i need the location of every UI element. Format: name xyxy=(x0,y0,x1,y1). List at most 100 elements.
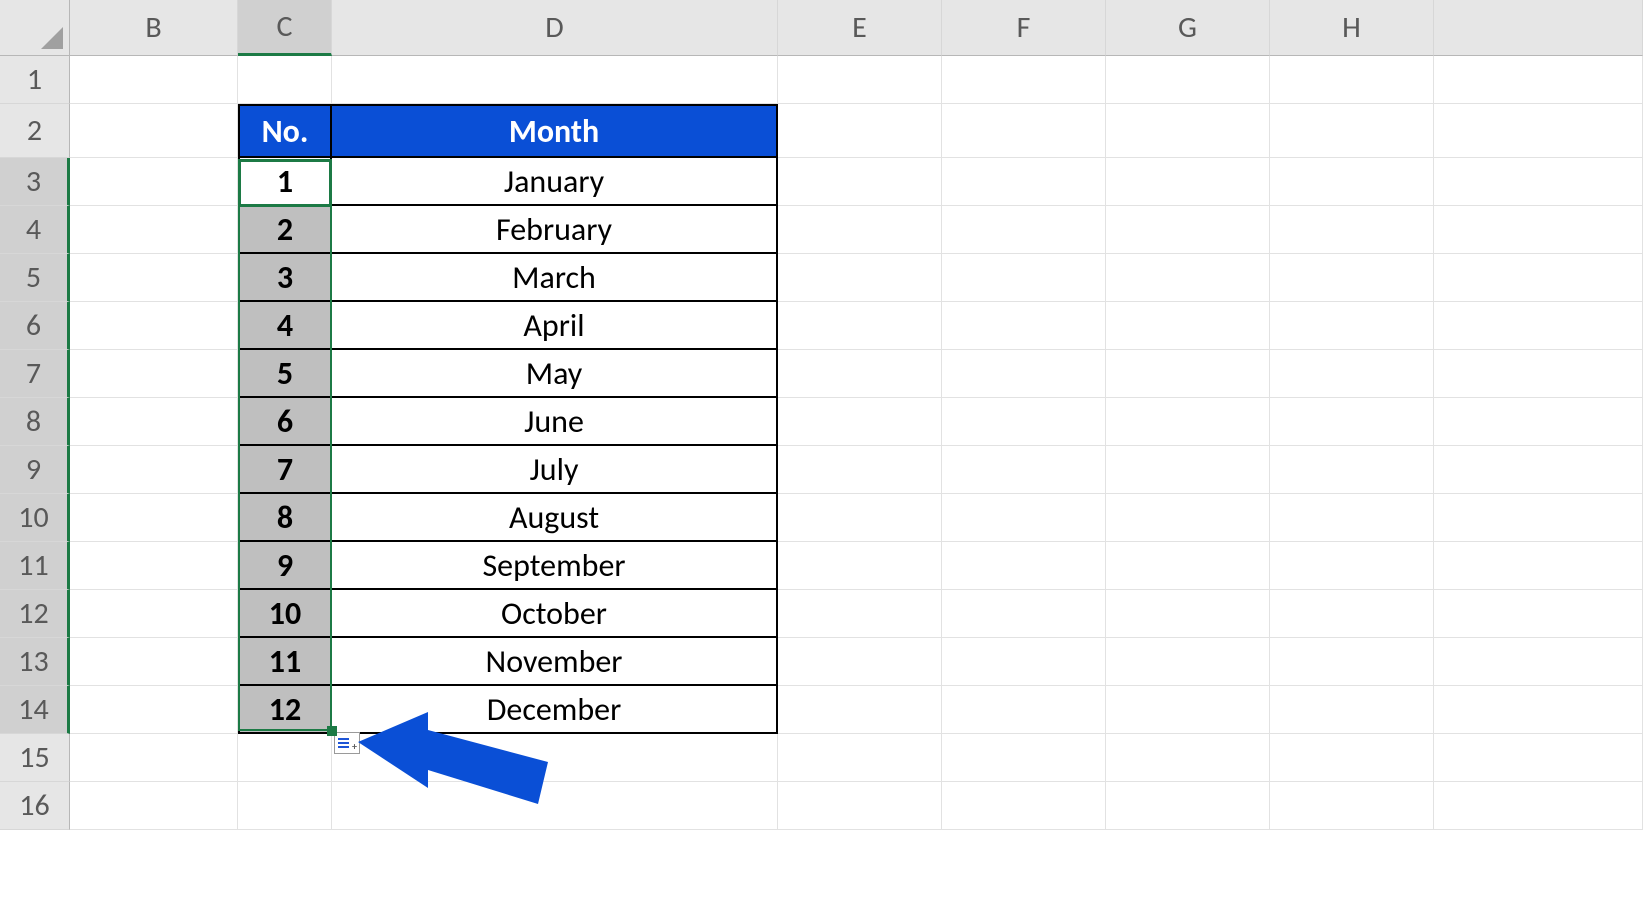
cell-C13[interactable]: 11 xyxy=(238,638,332,686)
cell-F15[interactable] xyxy=(942,734,1106,782)
cell-D8[interactable]: June xyxy=(332,398,778,446)
cell-tail-12[interactable] xyxy=(1434,590,1643,638)
cell-E13[interactable] xyxy=(778,638,942,686)
cell-G6[interactable] xyxy=(1106,302,1270,350)
column-header-E[interactable]: E xyxy=(778,0,942,56)
cell-D4[interactable]: February xyxy=(332,206,778,254)
cell-F10[interactable] xyxy=(942,494,1106,542)
cell-C6[interactable]: 4 xyxy=(238,302,332,350)
cell-D12[interactable]: October xyxy=(332,590,778,638)
fill-handle[interactable] xyxy=(327,726,337,736)
cell-G9[interactable] xyxy=(1106,446,1270,494)
cell-tail-2[interactable] xyxy=(1434,104,1643,158)
cell-C5[interactable]: 3 xyxy=(238,254,332,302)
cell-H14[interactable] xyxy=(1270,686,1434,734)
cell-E6[interactable] xyxy=(778,302,942,350)
row-header-12[interactable]: 12 xyxy=(0,590,70,638)
cell-F16[interactable] xyxy=(942,782,1106,830)
cell-D1[interactable] xyxy=(332,56,778,104)
cell-F5[interactable] xyxy=(942,254,1106,302)
cell-E3[interactable] xyxy=(778,158,942,206)
cell-B10[interactable] xyxy=(70,494,238,542)
cell-tail-8[interactable] xyxy=(1434,398,1643,446)
cell-C3[interactable]: 1 xyxy=(238,158,332,206)
cell-C1[interactable] xyxy=(238,56,332,104)
row-header-10[interactable]: 10 xyxy=(0,494,70,542)
cell-B14[interactable] xyxy=(70,686,238,734)
row-header-6[interactable]: 6 xyxy=(0,302,70,350)
cell-H8[interactable] xyxy=(1270,398,1434,446)
cell-E11[interactable] xyxy=(778,542,942,590)
cell-B3[interactable] xyxy=(70,158,238,206)
cell-E9[interactable] xyxy=(778,446,942,494)
cell-E5[interactable] xyxy=(778,254,942,302)
cell-B1[interactable] xyxy=(70,56,238,104)
cell-tail-10[interactable] xyxy=(1434,494,1643,542)
cell-tail-6[interactable] xyxy=(1434,302,1643,350)
cell-G2[interactable] xyxy=(1106,104,1270,158)
cell-H15[interactable] xyxy=(1270,734,1434,782)
cell-G4[interactable] xyxy=(1106,206,1270,254)
cell-G11[interactable] xyxy=(1106,542,1270,590)
cell-B2[interactable] xyxy=(70,104,238,158)
cell-G5[interactable] xyxy=(1106,254,1270,302)
cell-H4[interactable] xyxy=(1270,206,1434,254)
cell-D11[interactable]: September xyxy=(332,542,778,590)
cell-H1[interactable] xyxy=(1270,56,1434,104)
cell-H12[interactable] xyxy=(1270,590,1434,638)
row-header-16[interactable]: 16 xyxy=(0,782,70,830)
cell-F2[interactable] xyxy=(942,104,1106,158)
cell-B16[interactable] xyxy=(70,782,238,830)
cell-H10[interactable] xyxy=(1270,494,1434,542)
cell-C9[interactable]: 7 xyxy=(238,446,332,494)
cell-B12[interactable] xyxy=(70,590,238,638)
cell-H9[interactable] xyxy=(1270,446,1434,494)
cell-C11[interactable]: 9 xyxy=(238,542,332,590)
cell-D9[interactable]: July xyxy=(332,446,778,494)
cell-C7[interactable]: 5 xyxy=(238,350,332,398)
cell-C16[interactable] xyxy=(238,782,332,830)
cell-E15[interactable] xyxy=(778,734,942,782)
cell-F13[interactable] xyxy=(942,638,1106,686)
cell-C12[interactable]: 10 xyxy=(238,590,332,638)
cell-tail-15[interactable] xyxy=(1434,734,1643,782)
cell-F3[interactable] xyxy=(942,158,1106,206)
cell-H3[interactable] xyxy=(1270,158,1434,206)
cell-F11[interactable] xyxy=(942,542,1106,590)
cell-E4[interactable] xyxy=(778,206,942,254)
cell-G10[interactable] xyxy=(1106,494,1270,542)
cell-H5[interactable] xyxy=(1270,254,1434,302)
cell-E16[interactable] xyxy=(778,782,942,830)
cell-tail-13[interactable] xyxy=(1434,638,1643,686)
cell-tail-16[interactable] xyxy=(1434,782,1643,830)
row-header-7[interactable]: 7 xyxy=(0,350,70,398)
column-header-F[interactable]: F xyxy=(942,0,1106,56)
column-header-tail[interactable] xyxy=(1434,0,1643,56)
cell-G14[interactable] xyxy=(1106,686,1270,734)
cell-tail-4[interactable] xyxy=(1434,206,1643,254)
row-header-9[interactable]: 9 xyxy=(0,446,70,494)
row-header-5[interactable]: 5 xyxy=(0,254,70,302)
cell-E12[interactable] xyxy=(778,590,942,638)
cell-D3[interactable]: January xyxy=(332,158,778,206)
cell-F6[interactable] xyxy=(942,302,1106,350)
cell-H11[interactable] xyxy=(1270,542,1434,590)
cell-E7[interactable] xyxy=(778,350,942,398)
cell-G1[interactable] xyxy=(1106,56,1270,104)
cell-H16[interactable] xyxy=(1270,782,1434,830)
cell-B7[interactable] xyxy=(70,350,238,398)
table-header-no[interactable]: No. xyxy=(238,104,332,158)
cell-G13[interactable] xyxy=(1106,638,1270,686)
cell-B11[interactable] xyxy=(70,542,238,590)
select-all-corner[interactable] xyxy=(0,0,70,56)
column-header-D[interactable]: D xyxy=(332,0,778,56)
row-header-11[interactable]: 11 xyxy=(0,542,70,590)
cell-B5[interactable] xyxy=(70,254,238,302)
cell-C14[interactable]: 12 xyxy=(238,686,332,734)
row-header-13[interactable]: 13 xyxy=(0,638,70,686)
cell-C15[interactable] xyxy=(238,734,332,782)
column-header-B[interactable]: B xyxy=(70,0,238,56)
cell-G16[interactable] xyxy=(1106,782,1270,830)
cell-F8[interactable] xyxy=(942,398,1106,446)
row-header-2[interactable]: 2 xyxy=(0,104,70,158)
